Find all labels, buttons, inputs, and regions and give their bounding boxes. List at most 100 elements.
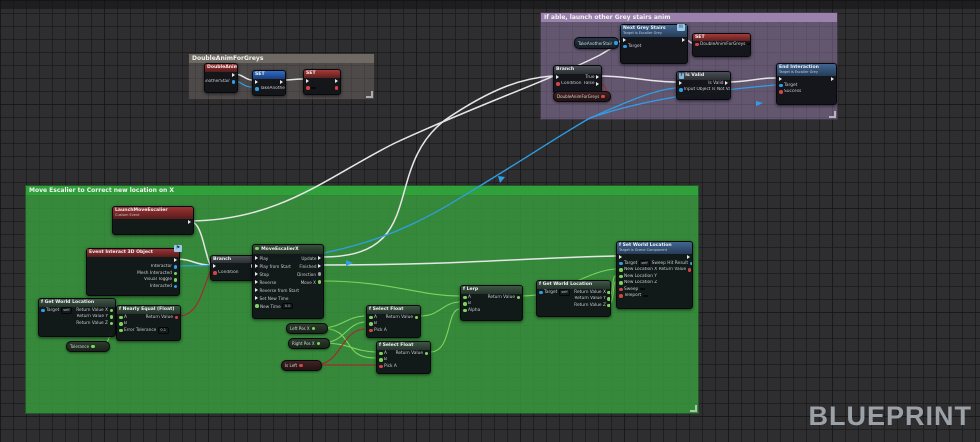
exec-out-pin[interactable] (174, 258, 177, 263)
exec-out-pin[interactable] (188, 219, 191, 224)
node-timeline-move-escalier-x[interactable]: MoveEscalierX Play Play from Start Stop … (252, 244, 324, 319)
comment-resize-handle[interactable] (829, 111, 836, 118)
exec-out-pin[interactable] (318, 256, 321, 260)
object-in-pin[interactable] (255, 87, 259, 91)
object-in-pin[interactable] (679, 88, 683, 92)
exec-in-pin[interactable] (619, 254, 622, 259)
exec-in-pin[interactable] (255, 280, 258, 284)
blueprint-graph-canvas[interactable]: DoubleAnimForGreys If able, launch other… (0, 0, 980, 442)
float-in-pin[interactable] (619, 274, 623, 279)
float-out-pin[interactable] (414, 315, 418, 319)
float-out-pin[interactable] (109, 315, 113, 319)
exec-in-pin[interactable] (255, 256, 258, 260)
float-out-pin[interactable] (317, 280, 321, 284)
pill-get-double-anim-for-greys[interactable]: DoubleAnimForGreys (553, 91, 611, 102)
float-in-pin[interactable] (463, 308, 467, 312)
bool-out-pin[interactable] (334, 86, 338, 90)
float-in-pin[interactable] (369, 315, 373, 319)
object-in-pin[interactable] (41, 308, 45, 312)
bool-checkbox[interactable] (746, 43, 750, 46)
bool-out-pin[interactable] (601, 94, 605, 99)
node-lerp[interactable]: f Lerp A Return Value B Alpha (460, 285, 523, 321)
float-in-pin[interactable] (119, 322, 123, 326)
exec-in-pin[interactable] (779, 76, 782, 81)
node-end-interaction[interactable]: End Interaction Target is Escalier Grey … (776, 63, 837, 105)
pill-get-right-pos[interactable]: Right Pos X (288, 338, 330, 349)
exec-out-pin[interactable] (596, 81, 599, 86)
node-custom-event-launch-move[interactable]: LaunchMoveEscalier Custom Event (112, 206, 194, 235)
float-out-pin[interactable] (607, 290, 610, 294)
pill-get-left-pos[interactable]: Left Pos X (286, 323, 328, 334)
float-out-pin[interactable] (424, 351, 428, 355)
float-out-pin[interactable] (607, 297, 610, 301)
float-out-pin[interactable] (316, 341, 321, 346)
node-set-take-another-stair[interactable]: SET TakeAnotherStair (252, 70, 286, 96)
exec-out-pin[interactable] (318, 264, 321, 268)
enum-out-pin[interactable] (317, 272, 321, 276)
float-in-pin[interactable] (379, 351, 383, 355)
exec-in-pin[interactable] (306, 79, 309, 84)
comment-resize-handle[interactable] (366, 91, 373, 98)
exec-out-pin[interactable] (280, 80, 283, 85)
exec-in-pin[interactable] (255, 80, 258, 85)
node-set-double-anim[interactable]: SET (303, 69, 341, 95)
node-is-valid[interactable]: ? Is Valid Is Valid Input Object Is Not … (676, 71, 731, 100)
node-set-double-anim-purple[interactable]: SET DoubleAnimForGreys (692, 33, 751, 57)
object-in-pin[interactable] (623, 44, 627, 49)
node-get-world-location-2[interactable]: f Get World Location Target self Return … (536, 280, 611, 317)
exec-in-pin[interactable] (255, 264, 258, 268)
bool-checkbox[interactable] (639, 288, 645, 291)
exec-in-pin[interactable] (255, 288, 258, 292)
bool-out-pin[interactable] (299, 363, 303, 368)
node-select-float-2[interactable]: f Select Float A Return Value B Pick A (376, 341, 431, 374)
float-out-pin[interactable] (109, 308, 113, 312)
comment-resize-handle[interactable] (690, 405, 697, 412)
float-out-pin[interactable] (109, 321, 113, 325)
node-select-float-1[interactable]: f Select Float A Return Value B Pick A (366, 305, 421, 338)
bool-checkbox[interactable] (642, 294, 648, 297)
float-out-pin[interactable] (91, 344, 95, 349)
exec-out-pin[interactable] (687, 254, 690, 259)
new-time-value[interactable]: 0.0 (282, 302, 293, 310)
exec-out-pin[interactable] (335, 79, 338, 84)
exec-in-pin[interactable] (623, 37, 626, 42)
exec-in-pin[interactable] (255, 296, 258, 300)
exec-out-pin[interactable] (831, 76, 834, 81)
float-in-pin[interactable] (619, 268, 623, 272)
node-branch-green[interactable]: Branch Condition (210, 255, 257, 281)
exec-out-pin[interactable] (232, 73, 235, 78)
bool-checkbox[interactable] (311, 86, 316, 89)
object-in-pin[interactable] (619, 261, 623, 266)
node-event-interact-3d-object[interactable]: ⚑ Event Interact 3D Object Interactor Me… (86, 245, 182, 296)
pill-get-tolerance[interactable]: Tolerance (66, 341, 110, 352)
struct-out-pin[interactable] (689, 261, 692, 266)
exec-out-pin[interactable] (725, 81, 728, 86)
node-set-world-location[interactable]: f Set World Location Target is Scene Com… (616, 241, 693, 309)
bool-in-pin[interactable] (779, 90, 783, 94)
bool-in-pin[interactable] (556, 82, 560, 86)
float-in-pin[interactable] (119, 315, 123, 319)
pill-get-is-left[interactable]: Is Left (281, 360, 322, 371)
object-out-pin[interactable] (614, 41, 618, 45)
bool-in-pin[interactable] (213, 271, 217, 275)
object-out-pin[interactable] (173, 284, 177, 288)
self-reference[interactable]: self (558, 289, 571, 296)
object-out-pin[interactable] (231, 80, 235, 84)
bool-in-pin[interactable] (619, 287, 623, 292)
object-out-pin[interactable] (173, 265, 177, 269)
comment-header[interactable]: If able, launch other Grey stairs anim (541, 13, 837, 22)
exec-in-pin[interactable] (213, 264, 216, 269)
float-out-pin[interactable] (173, 278, 177, 282)
exec-out-pin[interactable] (682, 37, 685, 42)
pill-get-take-another-stair[interactable]: TakeAnotherStair (574, 37, 619, 49)
bool-in-pin[interactable] (369, 328, 373, 332)
bool-in-pin[interactable] (619, 294, 623, 298)
node-next-grey-stairs[interactable]: ✉ Next Grey Stairs Target is Escalier Gr… (620, 24, 688, 64)
node-get-world-location-1[interactable]: f Get World Location Target self Return … (38, 298, 116, 337)
float-in-pin[interactable] (369, 322, 373, 326)
comment-header[interactable]: Move Escalier to Correct new location on… (26, 186, 698, 195)
exec-in-pin[interactable] (255, 272, 258, 276)
node-custom-event-double-anim[interactable]: DoubleAnim TakeAnotherStair (204, 63, 238, 93)
float-out-pin[interactable] (311, 326, 316, 331)
node-branch-purple[interactable]: Branch True Condition False (553, 65, 602, 94)
